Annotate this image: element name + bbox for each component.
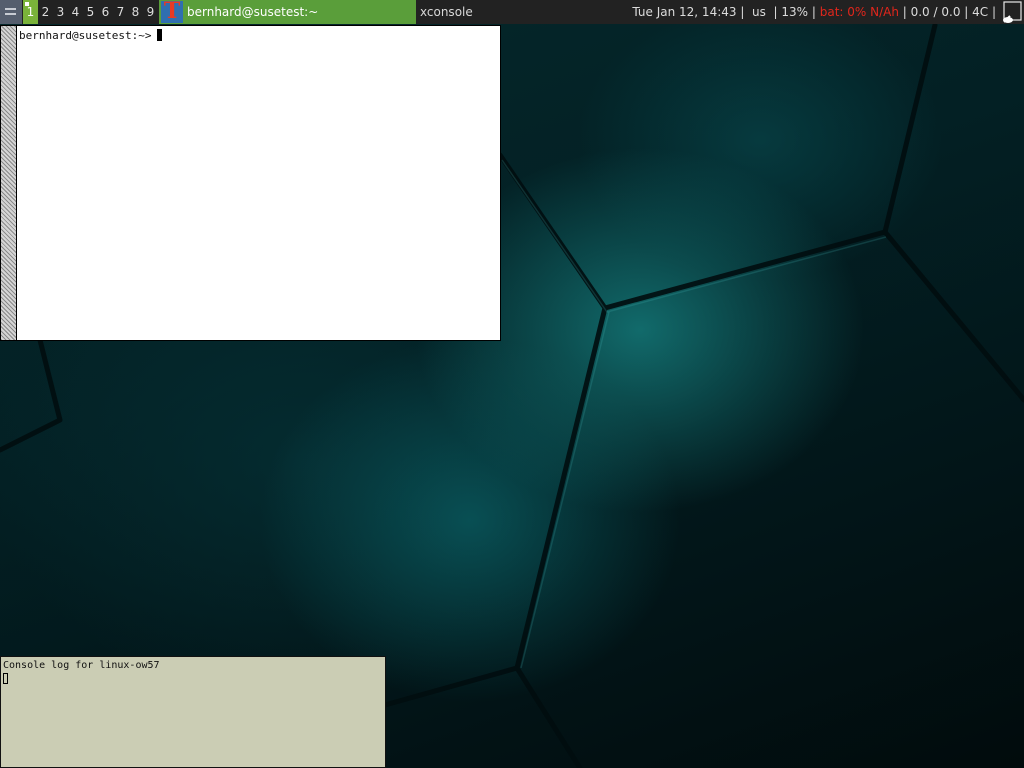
workspace-tag-7[interactable]: 7	[113, 0, 128, 24]
shell-prompt: bernhard@susetest:~>	[19, 29, 152, 42]
tray-icon[interactable]	[1000, 0, 1024, 24]
workspace-tag-6[interactable]: 6	[98, 0, 113, 24]
terminal-cursor	[157, 29, 163, 41]
workspace-tag-2[interactable]: 2	[38, 0, 53, 24]
battery-status: bat: 0% N/Ah	[819, 5, 899, 19]
xconsole-cursor	[3, 673, 8, 684]
terminal-window[interactable]: bernhard@susetest:~>	[0, 25, 501, 341]
workspace-tag-8[interactable]: 8	[128, 0, 143, 24]
workspace-tag-1[interactable]: 1	[23, 0, 38, 24]
workspace-tag-4[interactable]: 4	[68, 0, 83, 24]
xterm-icon: T	[161, 0, 183, 24]
workspace-tag-3[interactable]: 3	[53, 0, 68, 24]
terminal-prompt-line: bernhard@susetest:~>	[19, 27, 163, 44]
terminal-content[interactable]: bernhard@susetest:~>	[19, 26, 500, 340]
tiling-layout-icon[interactable]	[0, 0, 22, 24]
load-average: 0.0 / 0.0	[910, 5, 961, 19]
inactive-window-title-tab[interactable]: xconsole	[420, 0, 473, 24]
xconsole-window[interactable]: Console log for linux-ow57	[0, 656, 386, 768]
workspace-tag-5[interactable]: 5	[83, 0, 98, 24]
cpu-count: 4C	[972, 5, 989, 19]
status-area: Tue Jan 12, 14:43 | us | 13% | bat: 0% N…	[632, 5, 996, 19]
console-log-header: Console log for linux-ow57	[3, 660, 160, 671]
terminal-scrollbar[interactable]	[1, 26, 17, 340]
volume-level: 13%	[781, 5, 809, 19]
keyboard-layout: us	[752, 5, 766, 19]
active-window-title-tab[interactable]: T bernhard@susetest:~	[159, 0, 416, 24]
active-window-title: bernhard@susetest:~	[187, 5, 319, 19]
top-status-bar: 1 2 3 4 5 6 7 8 9 T bernhard@susetest:~ …	[0, 0, 1024, 24]
clock: Tue Jan 12, 14:43	[632, 5, 737, 19]
workspace-tag-9[interactable]: 9	[143, 0, 158, 24]
